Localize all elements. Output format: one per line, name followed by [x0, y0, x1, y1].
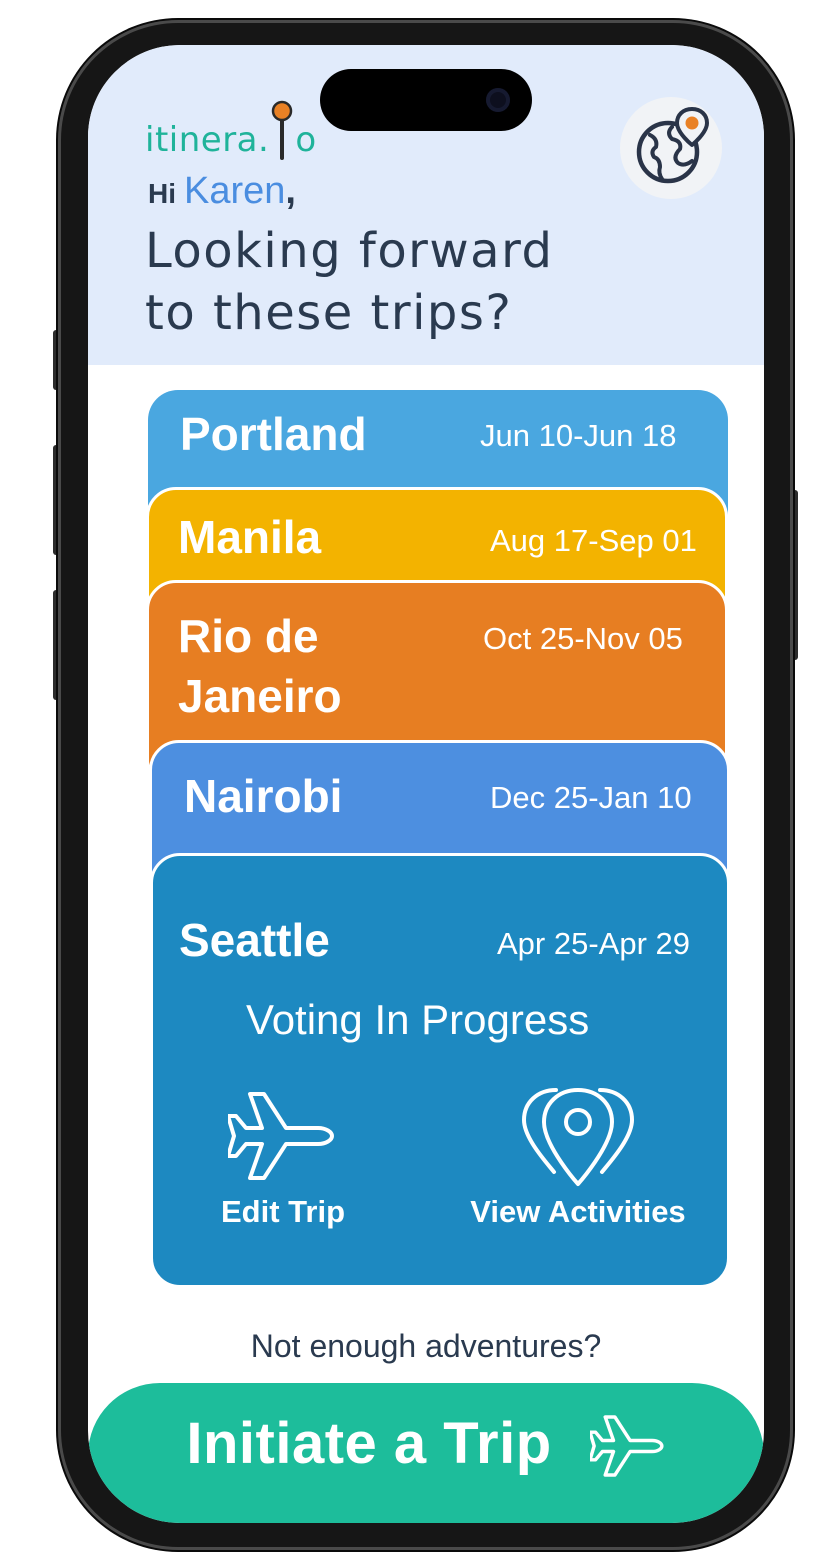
map-pins-icon [521, 1088, 635, 1186]
trip-city: Nairobi [184, 770, 343, 822]
view-activities-button[interactable]: View Activities [458, 1082, 698, 1230]
map-pin-icon [271, 100, 293, 160]
front-camera [486, 88, 510, 112]
trip-dates: Jun 10-Jun 18 [480, 418, 677, 453]
airplane-icon [228, 1092, 334, 1180]
greeting-comma: , [285, 170, 296, 212]
trip-dates: Aug 17-Sep 01 [490, 523, 697, 558]
phone-screen: itinera. o Hi Karen , Looking forward to… [88, 45, 764, 1523]
airplane-icon [589, 1415, 664, 1477]
user-name: Karen [184, 170, 286, 212]
trip-city: Seattle [179, 914, 330, 966]
trip-card-seattle[interactable]: Seattle Apr 25-Apr 29 Voting In Progress… [150, 853, 730, 1288]
trip-dates: Apr 25-Apr 29 [497, 926, 690, 961]
initiate-trip-button[interactable]: Initiate a Trip [88, 1383, 764, 1523]
greeting-hi: Hi [148, 178, 176, 209]
trip-city-line2: Janeiro [178, 670, 342, 722]
dynamic-island [320, 69, 532, 131]
edit-trip-button[interactable]: Edit Trip [208, 1084, 358, 1230]
adventure-prompt: Not enough adventures? [250, 1328, 602, 1364]
trip-dates: Oct 25-Nov 05 [483, 621, 683, 656]
edit-trip-label: Edit Trip [221, 1194, 345, 1229]
greeting: Hi Karen , [148, 170, 296, 213]
trip-dates: Dec 25-Jan 10 [490, 780, 692, 815]
app-logo[interactable]: itinera. o [145, 100, 317, 160]
trip-status: Voting In Progress [246, 996, 590, 1043]
trip-city: Portland [180, 408, 367, 460]
logo-text-left: itinera. [145, 120, 270, 160]
view-activities-label: View Activities [470, 1194, 686, 1229]
trip-city: Manila [178, 511, 322, 563]
trip-city-line1: Rio de [178, 610, 319, 662]
page-headline: Looking forward to these trips? [145, 223, 554, 341]
logo-text-right: o [295, 120, 317, 160]
globe-location-icon [636, 107, 709, 184]
globe-button[interactable] [620, 97, 722, 199]
initiate-trip-label: Initiate a Trip [186, 1411, 552, 1476]
